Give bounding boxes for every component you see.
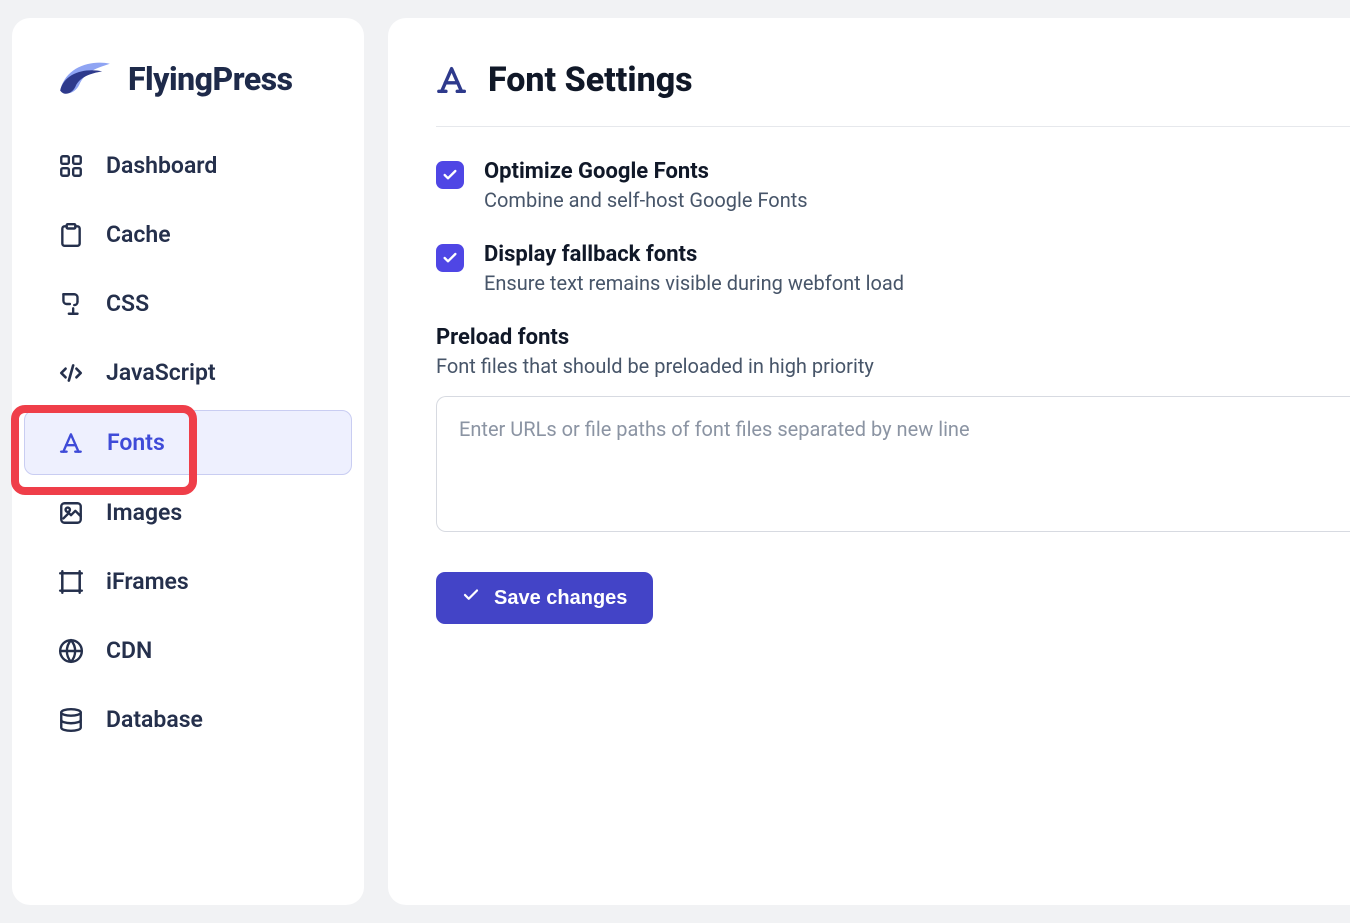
field-label: Preload fonts bbox=[436, 325, 1350, 350]
field-desc: Font files that should be preloaded in h… bbox=[436, 354, 1350, 378]
checkbox-optimize-google-fonts[interactable] bbox=[436, 161, 464, 189]
sidebar-item-label: iFrames bbox=[106, 568, 189, 595]
brand-name: FlyingPress bbox=[128, 60, 293, 98]
check-icon bbox=[462, 586, 480, 610]
sidebar-item-label: CDN bbox=[106, 637, 152, 664]
setting-text: Optimize Google Fonts Combine and self-h… bbox=[484, 159, 808, 212]
save-button[interactable]: Save changes bbox=[436, 572, 653, 624]
check-icon bbox=[442, 167, 458, 183]
sidebar-item-label: JavaScript bbox=[106, 359, 216, 386]
page-header: Font Settings bbox=[436, 60, 1350, 127]
database-icon bbox=[58, 707, 84, 733]
sidebar-item-cache[interactable]: Cache bbox=[24, 203, 352, 266]
fonts-icon bbox=[59, 430, 85, 456]
setting-label: Display fallback fonts bbox=[484, 242, 904, 267]
page-title: Font Settings bbox=[488, 60, 693, 100]
fonts-icon bbox=[436, 63, 470, 97]
sidebar-item-label: Cache bbox=[106, 221, 171, 248]
setting-optimize-google-fonts: Optimize Google Fonts Combine and self-h… bbox=[436, 159, 1350, 212]
sidebar-item-label: Dashboard bbox=[106, 152, 217, 179]
cdn-icon bbox=[58, 638, 84, 664]
cache-icon bbox=[58, 222, 84, 248]
sidebar-item-label: Fonts bbox=[107, 429, 165, 456]
setting-desc: Ensure text remains visible during webfo… bbox=[484, 271, 904, 295]
brand-logo-icon bbox=[56, 58, 114, 100]
javascript-icon bbox=[58, 360, 84, 386]
dashboard-icon bbox=[58, 153, 84, 179]
check-icon bbox=[442, 250, 458, 266]
app-root: FlyingPress Dashboard bbox=[0, 0, 1350, 923]
sidebar-item-javascript[interactable]: JavaScript bbox=[24, 341, 352, 404]
brand: FlyingPress bbox=[12, 58, 364, 134]
settings-form: Optimize Google Fonts Combine and self-h… bbox=[436, 127, 1350, 624]
sidebar-item-images[interactable]: Images bbox=[24, 481, 352, 544]
main-panel: Font Settings Optimize Google Fonts Comb… bbox=[388, 18, 1350, 905]
setting-text: Display fallback fonts Ensure text remai… bbox=[484, 242, 904, 295]
sidebar-item-label: CSS bbox=[106, 290, 149, 317]
sidebar-item-label: Database bbox=[106, 706, 203, 733]
css-icon bbox=[58, 291, 84, 317]
preload-fonts-block: Preload fonts Font files that should be … bbox=[436, 325, 1350, 536]
sidebar-item-cdn[interactable]: CDN bbox=[24, 619, 352, 682]
sidebar: FlyingPress Dashboard bbox=[12, 18, 364, 905]
sidebar-item-label: Images bbox=[106, 499, 182, 526]
checkbox-display-fallback-fonts[interactable] bbox=[436, 244, 464, 272]
images-icon bbox=[58, 500, 84, 526]
setting-display-fallback-fonts: Display fallback fonts Ensure text remai… bbox=[436, 242, 1350, 295]
iframes-icon bbox=[58, 569, 84, 595]
sidebar-item-database[interactable]: Database bbox=[24, 688, 352, 751]
sidebar-nav: Dashboard Cache CSS bbox=[12, 134, 364, 751]
setting-desc: Combine and self-host Google Fonts bbox=[484, 188, 808, 212]
save-button-label: Save changes bbox=[494, 587, 627, 610]
sidebar-item-dashboard[interactable]: Dashboard bbox=[24, 134, 352, 197]
sidebar-item-css[interactable]: CSS bbox=[24, 272, 352, 335]
sidebar-item-iframes[interactable]: iFrames bbox=[24, 550, 352, 613]
preload-fonts-textarea[interactable] bbox=[436, 396, 1350, 532]
setting-label: Optimize Google Fonts bbox=[484, 159, 808, 184]
sidebar-item-fonts[interactable]: Fonts bbox=[24, 410, 352, 475]
